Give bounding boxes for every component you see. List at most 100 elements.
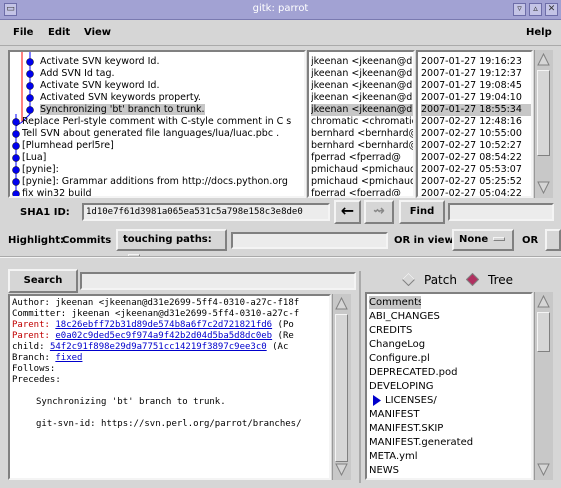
file-item[interactable]: MANIFEST.generated	[369, 436, 529, 449]
date-cell: 2007-02-27 05:04:22	[421, 188, 522, 198]
menu-help[interactable]: Help	[526, 27, 552, 38]
touching-paths-dropdown[interactable]: touching paths:	[116, 229, 227, 258]
dropdown-indicator-icon	[493, 237, 506, 241]
file-item[interactable]: DEVELOPING	[369, 380, 529, 393]
right-arrow-icon: ⇝	[373, 203, 385, 219]
file-tree-scroll-thumb[interactable]	[537, 312, 550, 352]
graph-node	[12, 130, 20, 138]
close-button[interactable]: ✕	[545, 3, 558, 16]
commit-row[interactable]: [pynie]: Grammar additions from http://d…	[22, 176, 304, 188]
date-cell: 2007-02-27 10:52:27	[421, 140, 522, 151]
window-title: gitk: parrot	[252, 3, 309, 14]
commit-row[interactable]: Activate SVN keyword Id.	[40, 56, 304, 68]
commit-row[interactable]: Add SVN Id tag.	[40, 68, 304, 80]
commit-row[interactable]: [pynie]:	[22, 164, 304, 176]
commit-row[interactable]: Tell SVN about generated file languages/…	[22, 128, 304, 140]
commit-list-scrollbar[interactable]	[534, 50, 553, 198]
tree-radio-label[interactable]: Tree	[488, 273, 513, 287]
file-item[interactable]: DEPRECATED.pod	[369, 366, 529, 379]
file-tree-pane[interactable]: Comments ABI_CHANGES CREDITS ChangeLog C…	[365, 292, 533, 480]
search-input[interactable]	[80, 272, 356, 290]
find-button[interactable]: Find	[399, 200, 445, 224]
commit-row[interactable]: [Plumhead perl5re]	[22, 140, 304, 152]
commit-row-selected[interactable]: Synchronizing 'bt' branch to trunk.	[40, 104, 304, 116]
commit-details-pane[interactable]: Author: jkeenan <jkeenan@d31e2699-5ff4-0…	[8, 294, 331, 480]
back-button[interactable]: ←	[334, 200, 361, 224]
commit-row[interactable]: fix win32 build	[22, 188, 304, 196]
highlight-commits-label: Commits	[62, 235, 112, 246]
menu-file[interactable]: File	[13, 27, 33, 38]
graph-node	[12, 166, 20, 174]
graph-node	[12, 118, 20, 126]
patch-radio[interactable]	[402, 273, 415, 286]
commit-message: Synchronizing 'bt' branch to trunk.	[36, 397, 226, 407]
find-input[interactable]	[448, 203, 554, 221]
file-item[interactable]: Configure.pl	[369, 352, 529, 365]
details-scrollbar[interactable]	[332, 294, 351, 480]
date-cell: 2007-02-27 05:53:07	[421, 164, 522, 175]
window-menu-button[interactable]: ▭	[4, 3, 17, 16]
file-item[interactable]: META.yml	[369, 450, 529, 463]
tree-radio-selected[interactable]	[466, 273, 479, 286]
file-item[interactable]: CREDITS	[369, 324, 529, 337]
graph-node-selected	[26, 106, 34, 114]
sha1-label: SHA1 ID:	[20, 207, 70, 218]
parent-hash-link[interactable]: 18c26ebff72b31d89de574b8a6f7c2d721821fd6	[55, 320, 272, 330]
file-item-selected[interactable]: Comments	[369, 296, 421, 309]
date-cell: 2007-01-27 19:16:23	[421, 56, 522, 67]
maximize-button[interactable]: ▵	[529, 3, 542, 16]
sha1-field[interactable]: 1d10e7f61d3981a065ea531c5a798e158c3e8de0	[82, 203, 330, 221]
commit-list-pane[interactable]: Activate SVN keyword Id. Add SVN Id tag.…	[8, 50, 306, 198]
vertical-pane-divider[interactable]	[359, 271, 361, 483]
graph-node	[26, 82, 34, 90]
file-item[interactable]: MANIFEST	[369, 408, 529, 421]
file-item[interactable]: ABI_CHANGES	[369, 310, 529, 323]
author-list-pane[interactable]: jkeenan <jkeenan@d3 jkeenan <jkeenan@d3 …	[307, 50, 415, 198]
graph-node	[12, 154, 20, 162]
file-tree-scrollbar[interactable]	[534, 292, 553, 480]
author-cell: jkeenan <jkeenan@d3	[311, 80, 415, 91]
author-cell: bernhard <bernhard@	[311, 140, 415, 151]
or-label: OR	[522, 235, 539, 246]
folder-expand-icon[interactable]	[373, 395, 381, 406]
or-dropdown[interactable]	[545, 229, 561, 251]
scroll-up-arrow-icon[interactable]	[537, 295, 550, 308]
branch-link[interactable]: fixed	[55, 353, 82, 363]
commit-row[interactable]: Activate SVN keyword Id.	[40, 80, 304, 92]
scroll-down-arrow-icon[interactable]	[335, 463, 348, 476]
menu-edit[interactable]: Edit	[48, 27, 70, 38]
or-in-view-label: OR in view	[394, 235, 454, 246]
commit-row[interactable]: Activated SVN keywords property.	[40, 92, 304, 104]
scroll-up-arrow-icon[interactable]	[537, 53, 550, 66]
scroll-down-arrow-icon[interactable]	[537, 463, 550, 476]
commit-list-scroll-thumb[interactable]	[537, 70, 550, 156]
highlight-paths-input[interactable]	[231, 232, 388, 249]
parent-label: Parent:	[12, 331, 50, 341]
child-hash-link[interactable]: 54f2c91f898e29d9a7751cc14219f3897c9ee3c0	[50, 342, 267, 352]
commit-row[interactable]: [Lua]	[22, 152, 304, 164]
pane-divider[interactable]	[0, 256, 561, 258]
svn-id-line: git-svn-id: https://svn.perl.org/parrot/…	[36, 419, 302, 429]
minimize-button[interactable]: ▿	[513, 3, 526, 16]
commit-row[interactable]: Replace Perl-style comment with C-style …	[22, 116, 304, 128]
author-cell: jkeenan <jkeenan@d3	[311, 68, 415, 79]
date-list-pane[interactable]: 2007-01-27 19:16:23 2007-01-27 19:12:37 …	[416, 50, 533, 198]
highlight-label: Highlight:	[8, 235, 64, 246]
date-cell: 2007-01-27 19:08:45	[421, 80, 522, 91]
search-button[interactable]: Search	[8, 269, 78, 293]
details-scroll-thumb[interactable]	[335, 314, 348, 462]
child-tail: (Ac	[266, 342, 289, 352]
scroll-up-arrow-icon[interactable]	[335, 297, 348, 310]
forward-button[interactable]: ⇝	[364, 200, 394, 224]
file-item-folder[interactable]: LICENSES/	[385, 394, 529, 407]
date-cell: 2007-01-27 19:04:10	[421, 92, 522, 103]
parent-hash-link[interactable]: e0a02c9ded5ec9f974a9f42b2d04d5ba5d8dc0eb	[55, 331, 272, 341]
scroll-down-arrow-icon[interactable]	[537, 181, 550, 194]
date-cell-selected: 2007-01-27 18:55:34	[421, 104, 531, 116]
menu-view[interactable]: View	[84, 27, 111, 38]
file-item[interactable]: NEWS	[369, 464, 529, 477]
file-item[interactable]: MANIFEST.SKIP	[369, 422, 529, 435]
patch-radio-label[interactable]: Patch	[424, 273, 457, 287]
file-item[interactable]: ChangeLog	[369, 338, 529, 351]
view-dropdown[interactable]: None	[452, 229, 514, 251]
